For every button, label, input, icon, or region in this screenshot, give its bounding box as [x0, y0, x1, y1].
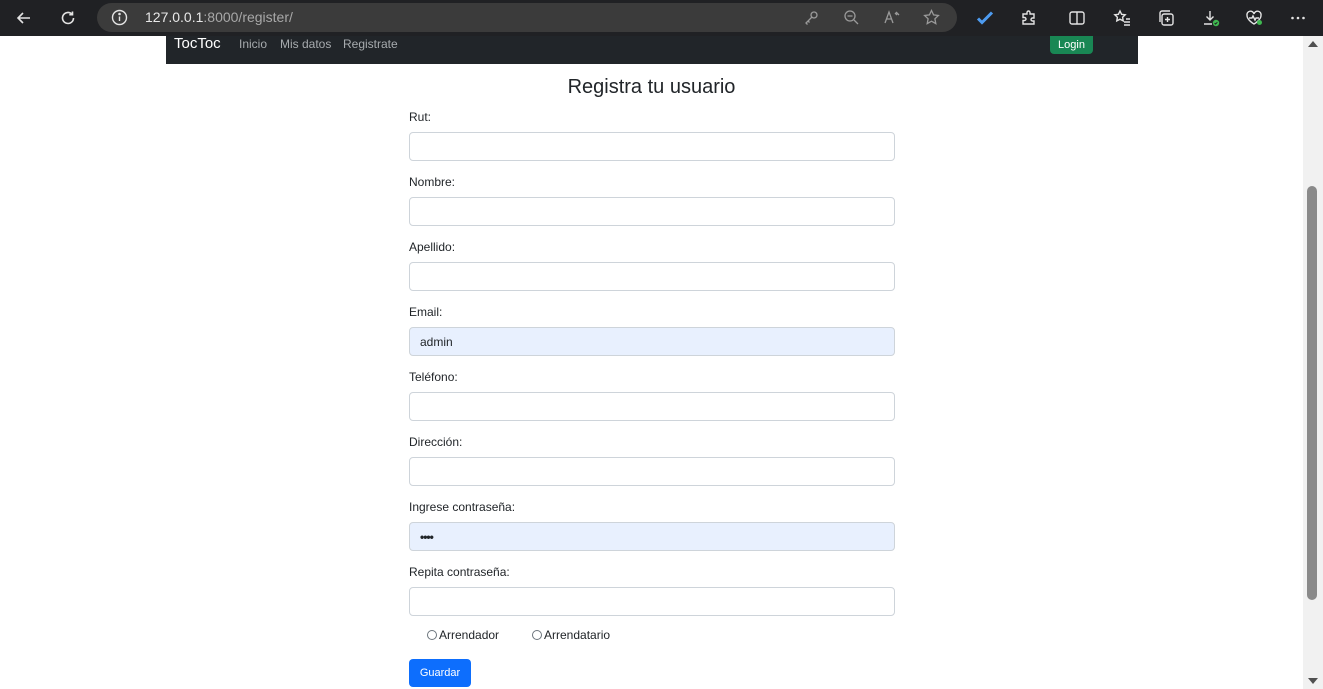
url-path: :8000/register/	[203, 9, 293, 25]
apellido-input[interactable]	[409, 262, 895, 291]
performance-heart-icon[interactable]	[1240, 4, 1268, 32]
key-icon[interactable]	[803, 9, 820, 26]
direccion-label: Dirección:	[409, 435, 463, 449]
url-host: 127.0.0.1	[145, 9, 204, 25]
scroll-up-arrow-icon[interactable]	[1308, 41, 1318, 47]
direccion-input[interactable]	[409, 457, 895, 486]
scroll-down-arrow-icon[interactable]	[1308, 678, 1318, 684]
site-info-icon[interactable]	[111, 9, 128, 26]
radio-button-arrendador[interactable]	[427, 630, 437, 640]
repeat-password-label: Repita contraseña:	[409, 565, 510, 579]
more-options-icon[interactable]	[1284, 4, 1312, 32]
apellido-label: Apellido:	[409, 240, 456, 254]
extensions-puzzle-icon[interactable]	[1015, 4, 1043, 32]
radio-button-arrendatario[interactable]	[532, 630, 542, 640]
repeat-password-input[interactable]	[409, 587, 895, 616]
radio-label-arrendador: Arrendador	[439, 628, 500, 642]
nav-link-mis-datos[interactable]: Mis datos	[280, 37, 331, 51]
favorites-list-icon[interactable]	[1108, 4, 1136, 32]
password-label: Ingrese contraseña:	[409, 500, 516, 514]
email-input[interactable]	[409, 327, 895, 356]
url-text[interactable]: 127.0.0.1:8000/register/	[145, 9, 293, 25]
navbar-brand[interactable]: TocToc	[174, 36, 221, 52]
email-label: Email:	[409, 305, 443, 319]
rut-label: Rut:	[409, 110, 432, 124]
split-screen-icon[interactable]	[1063, 4, 1091, 32]
scroll-thumb[interactable]	[1307, 186, 1317, 600]
nombre-input[interactable]	[409, 197, 895, 226]
nombre-label: Nombre:	[409, 175, 456, 189]
checkmark-extension-icon[interactable]	[971, 4, 999, 32]
radio-arrendatario[interactable]: Arrendatario	[532, 628, 610, 642]
save-button[interactable]: Guardar	[409, 659, 471, 687]
zoom-out-icon[interactable]	[843, 9, 860, 26]
telefono-label: Teléfono:	[409, 370, 458, 384]
favorite-star-icon[interactable]	[923, 9, 940, 26]
downloads-icon[interactable]	[1197, 4, 1225, 32]
radio-arrendador[interactable]: Arrendador	[427, 628, 499, 642]
read-aloud-icon[interactable]	[883, 9, 900, 26]
address-bar[interactable]: 127.0.0.1:8000/register/	[97, 3, 957, 32]
vertical-scrollbar[interactable]	[1303, 36, 1323, 689]
page-viewport: TocToc Inicio Mis datos Registrate Login…	[0, 36, 1303, 689]
password-input[interactable]	[409, 522, 895, 551]
login-button[interactable]: Login	[1050, 36, 1093, 54]
back-arrow-icon[interactable]	[10, 4, 38, 32]
telefono-input[interactable]	[409, 392, 895, 421]
collections-icon[interactable]	[1152, 4, 1180, 32]
nav-link-registrate[interactable]: Registrate	[343, 37, 398, 51]
browser-toolbar: 127.0.0.1:8000/register/	[0, 0, 1323, 36]
page-title: Registra tu usuario	[567, 76, 736, 98]
nav-link-inicio[interactable]: Inicio	[239, 37, 267, 51]
reload-icon[interactable]	[54, 4, 82, 32]
navbar: TocToc Inicio Mis datos Registrate Login	[166, 36, 1138, 64]
rut-input[interactable]	[409, 132, 895, 161]
radio-label-arrendatario: Arrendatario	[544, 628, 611, 642]
